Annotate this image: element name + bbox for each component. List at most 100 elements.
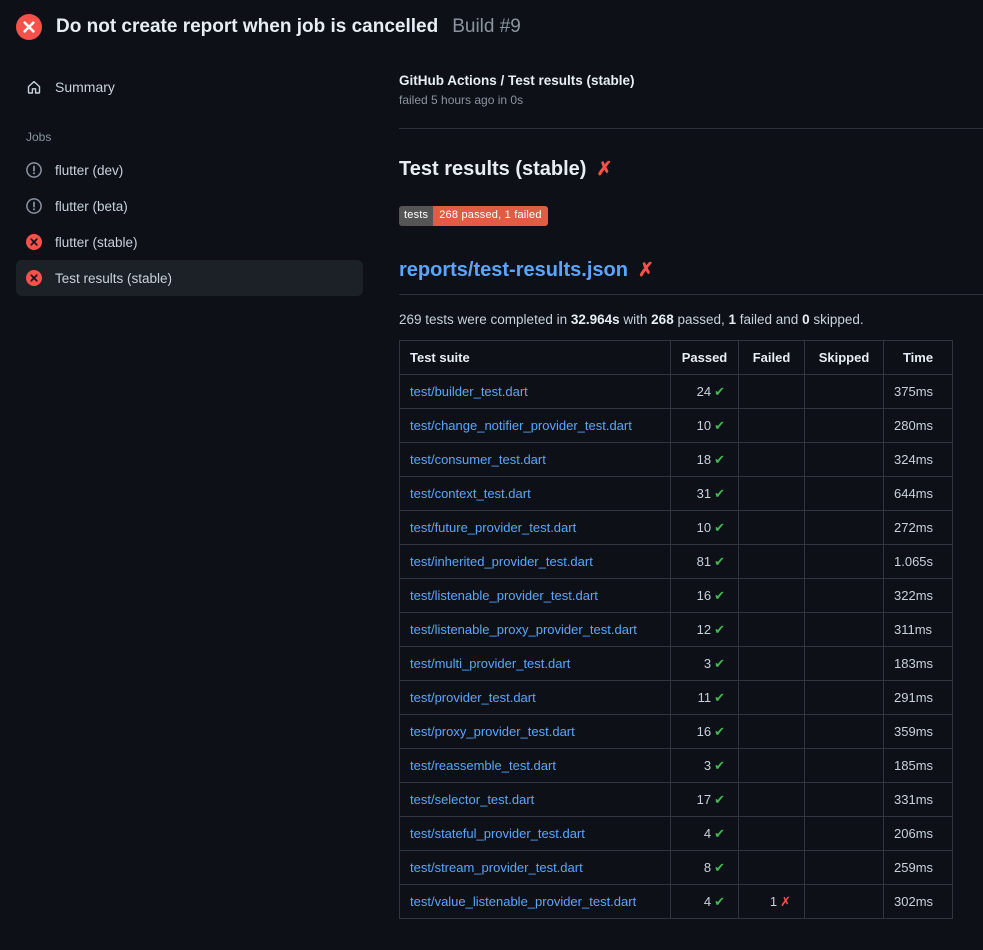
count: 10 xyxy=(697,520,711,535)
main-content: GitHub Actions / Test results (stable) f… xyxy=(375,52,983,919)
check-icon: ✔ xyxy=(714,724,725,739)
skipped-cell xyxy=(805,375,884,409)
check-icon: ✔ xyxy=(714,588,725,603)
time-cell: 272ms xyxy=(884,511,953,545)
badge-value: 268 passed, 1 failed xyxy=(433,206,547,226)
cell xyxy=(739,749,805,783)
test-suite-link[interactable]: test/stateful_provider_test.dart xyxy=(410,826,585,841)
table-row: test/inherited_provider_test.dart 81✔ 1.06… xyxy=(400,545,953,579)
count: 10 xyxy=(697,418,711,433)
time-cell: 280ms xyxy=(884,409,953,443)
cell xyxy=(739,681,805,715)
table-row: test/value_listenable_provider_test.dart… xyxy=(400,885,953,919)
table-row: test/listenable_provider_test.dart 16✔ 322… xyxy=(400,579,953,613)
check-icon: ✔ xyxy=(714,758,725,773)
test-suite-link[interactable]: test/builder_test.dart xyxy=(410,384,528,399)
test-suite-cell: test/context_test.dart xyxy=(400,477,671,511)
breadcrumb: GitHub Actions / Test results (stable) xyxy=(399,73,983,88)
test-suite-cell: test/stream_provider_test.dart xyxy=(400,851,671,885)
results-table-body: test/builder_test.dart24✔375mstest/chang… xyxy=(400,375,953,919)
cell xyxy=(739,477,805,511)
failed-status-icon xyxy=(16,14,42,40)
test-suite-link[interactable]: test/selector_test.dart xyxy=(410,792,534,807)
cell: 8✔ xyxy=(671,851,739,885)
test-suite-link[interactable]: test/value_listenable_provider_test.dart xyxy=(410,894,636,909)
cancelled-icon xyxy=(26,162,42,178)
sidebar-item-flutter-stable[interactable]: flutter (stable) xyxy=(16,224,363,260)
count: 24 xyxy=(697,384,711,399)
test-suite-link[interactable]: test/consumer_test.dart xyxy=(410,452,546,467)
cell: 17✔ xyxy=(671,783,739,817)
job-label: flutter (beta) xyxy=(55,199,128,214)
status-line: failed 5 hours ago in 0s xyxy=(399,93,983,107)
sidebar-item-summary[interactable]: Summary xyxy=(16,70,363,104)
sidebar-item-flutter-dev[interactable]: flutter (dev) xyxy=(16,152,363,188)
sidebar-jobs-list: flutter (dev) flutter (beta) flutter (stab… xyxy=(16,152,363,296)
job-label: flutter (dev) xyxy=(55,163,123,178)
test-suite-link[interactable]: test/multi_provider_test.dart xyxy=(410,656,570,671)
sidebar-item-flutter-beta[interactable]: flutter (beta) xyxy=(16,188,363,224)
table-row: test/proxy_provider_test.dart16✔359ms xyxy=(400,715,953,749)
test-suite-cell: test/stateful_provider_test.dart xyxy=(400,817,671,851)
x-circle-icon xyxy=(26,234,42,250)
skipped-cell xyxy=(805,579,884,613)
count: 4 xyxy=(704,826,711,841)
cell: 10✔ xyxy=(671,409,739,443)
table-row: test/listenable_proxy_provider_test.dart… xyxy=(400,613,953,647)
table-row: test/multi_provider_test.dart3✔183ms xyxy=(400,647,953,681)
test-suite-link[interactable]: test/stream_provider_test.dart xyxy=(410,860,583,875)
time-cell: 1.065s xyxy=(884,545,953,579)
test-suite-cell: test/listenable_proxy_provider_test.dart xyxy=(400,613,671,647)
skipped-cell xyxy=(805,817,884,851)
test-suite-link[interactable]: test/listenable_proxy_provider_test.dart xyxy=(410,622,637,637)
cell xyxy=(739,443,805,477)
test-suite-link[interactable]: test/proxy_provider_test.dart xyxy=(410,724,575,739)
test-suite-link[interactable]: test/context_test.dart xyxy=(410,486,531,501)
test-suite-link[interactable]: test/provider_test.dart xyxy=(410,690,536,705)
count: 11 xyxy=(698,690,712,705)
column-header: Test suite xyxy=(400,341,671,375)
test-suite-link[interactable]: test/change_notifier_provider_test.dart xyxy=(410,418,632,433)
cell: 31✔ xyxy=(671,477,739,511)
cell xyxy=(739,545,805,579)
time-cell: 291ms xyxy=(884,681,953,715)
time-cell: 644ms xyxy=(884,477,953,511)
x-circle-icon xyxy=(26,270,42,286)
cell: 4✔ xyxy=(671,817,739,851)
cell xyxy=(739,783,805,817)
build-number: Build #9 xyxy=(452,16,521,38)
count: 8 xyxy=(704,860,711,875)
report-link[interactable]: reports/test-results.json xyxy=(399,259,628,282)
cell: 10✔ xyxy=(671,511,739,545)
check-icon: ✔ xyxy=(714,894,725,909)
cell: 16✔ xyxy=(671,579,739,613)
count: 18 xyxy=(697,452,711,467)
cell: 16✔ xyxy=(671,715,739,749)
skipped-cell xyxy=(805,885,884,919)
test-suite-link[interactable]: test/listenable_provider_test.dart xyxy=(410,588,598,603)
column-header: Skipped xyxy=(805,341,884,375)
count: 31 xyxy=(697,486,711,501)
check-icon: ✔ xyxy=(714,656,725,671)
report-heading: reports/test-results.json ✗ xyxy=(399,259,983,295)
test-suite-cell: test/selector_test.dart xyxy=(400,783,671,817)
cell: 81✔ xyxy=(671,545,739,579)
time-cell: 322ms xyxy=(884,579,953,613)
skipped-cell xyxy=(805,511,884,545)
page-layout: Summary Jobs flutter (dev)flutter (beta)… xyxy=(0,52,983,919)
count: 1 xyxy=(770,894,777,909)
count: 3 xyxy=(704,656,711,671)
count: 12 xyxy=(697,622,711,637)
test-suite-link[interactable]: test/future_provider_test.dart xyxy=(410,520,576,535)
time-cell: 311ms xyxy=(884,613,953,647)
test-suite-cell: test/future_provider_test.dart xyxy=(400,511,671,545)
test-suite-link[interactable]: test/inherited_provider_test.dart xyxy=(410,554,593,569)
cross-mark-icon: ✗ xyxy=(638,261,654,280)
time-cell: 324ms xyxy=(884,443,953,477)
sidebar-item-test-results-stable[interactable]: Test results (stable) xyxy=(16,260,363,296)
cell xyxy=(739,409,805,443)
divider xyxy=(399,128,983,129)
test-suite-link[interactable]: test/reassemble_test.dart xyxy=(410,758,556,773)
skipped-cell xyxy=(805,647,884,681)
section-title-text: Test results (stable) xyxy=(399,158,586,181)
